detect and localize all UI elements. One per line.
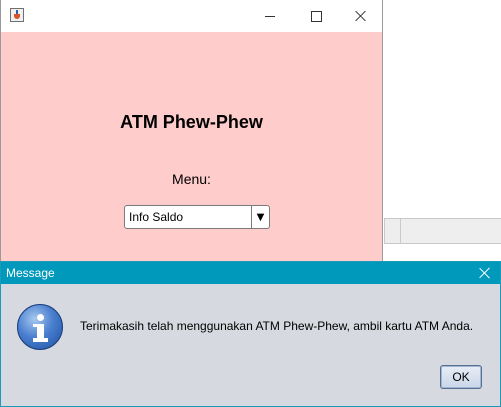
atm-main-window: ATM Phew-Phew Menu: Info Saldo ▼ xyxy=(0,0,383,262)
minimize-button[interactable] xyxy=(247,0,293,32)
app-heading: ATM Phew-Phew xyxy=(120,112,263,132)
minimize-icon xyxy=(265,15,275,17)
close-icon xyxy=(355,10,367,22)
ok-button[interactable]: OK xyxy=(440,365,482,389)
background-window-toolbar xyxy=(384,218,501,244)
menu-label: Menu: xyxy=(172,171,211,187)
menu-select[interactable]: Info Saldo ▼ xyxy=(124,205,270,229)
maximize-icon xyxy=(310,10,322,22)
close-button[interactable] xyxy=(338,0,384,32)
title-bar[interactable] xyxy=(1,0,382,32)
java-cup-icon[interactable] xyxy=(10,8,24,22)
menu-select-value: Info Saldo xyxy=(129,210,184,224)
info-icon xyxy=(17,304,63,350)
dialog-title: Message xyxy=(6,266,55,280)
dialog-title-bar[interactable]: Message xyxy=(1,262,500,284)
dropdown-arrow-icon[interactable]: ▼ xyxy=(251,206,269,228)
close-icon xyxy=(479,267,491,279)
dialog-close-button[interactable] xyxy=(470,262,500,284)
message-dialog: Message Terimakasih telah menggunakan AT… xyxy=(0,261,501,407)
dialog-message: Terimakasih telah menggunakan ATM Phew-P… xyxy=(80,319,474,333)
maximize-button[interactable] xyxy=(293,0,339,32)
